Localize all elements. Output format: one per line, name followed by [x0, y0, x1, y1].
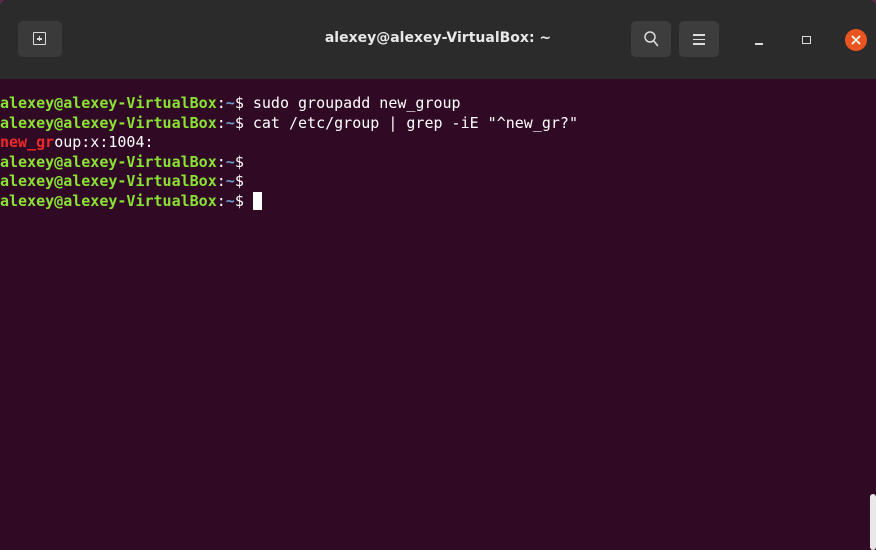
terminal-line-active[interactable]: alexey@alexey-VirtualBox:~$: [0, 191, 860, 212]
terminal-line: alexey@alexey-VirtualBox:~$: [0, 153, 860, 173]
prompt-path: ~: [225, 152, 235, 171]
prompt-user-host: alexey@alexey-VirtualBox: [0, 94, 217, 112]
output-text: oup:x:1004:: [54, 133, 154, 151]
prompt-separator: :: [216, 94, 226, 112]
maximize-button[interactable]: [795, 28, 819, 52]
terminal-line: alexey@alexey-VirtualBox:~$ sudo groupad…: [0, 94, 860, 114]
prompt-symbol: $: [234, 94, 253, 112]
prompt-separator: :: [216, 152, 226, 171]
text-cursor: [252, 191, 262, 210]
search-button[interactable]: [631, 21, 671, 57]
menu-button[interactable]: [679, 21, 719, 57]
maximize-icon: [802, 36, 811, 44]
prompt-path: ~: [225, 113, 235, 132]
prompt-user-host: alexey@alexey-VirtualBox: [0, 113, 217, 132]
close-icon: [851, 35, 861, 45]
prompt-path: ~: [225, 191, 235, 210]
terminal-output-line: new_group:x:1004:: [0, 133, 860, 153]
prompt-symbol: $: [234, 152, 253, 171]
prompt-symbol: $: [234, 172, 253, 190]
prompt-path: ~: [225, 94, 235, 112]
grep-match-highlight: new_gr: [0, 133, 55, 151]
prompt-path: ~: [225, 172, 235, 190]
terminal-output-area[interactable]: alexey@alexey-VirtualBox:~$ sudo groupad…: [0, 79, 876, 550]
search-icon: [644, 31, 659, 47]
prompt-symbol: $: [234, 191, 253, 210]
prompt-separator: :: [216, 172, 226, 190]
prompt-separator: :: [216, 191, 226, 210]
prompt-user-host: alexey@alexey-VirtualBox: [0, 191, 217, 210]
hamburger-menu-icon: [693, 33, 705, 45]
minimize-icon: [755, 43, 763, 45]
prompt-user-host: alexey@alexey-VirtualBox: [0, 152, 217, 171]
close-button[interactable]: [845, 29, 867, 51]
prompt-user-host: alexey@alexey-VirtualBox: [0, 172, 217, 190]
scrollbar[interactable]: [870, 494, 876, 550]
terminal-line: alexey@alexey-VirtualBox:~$: [0, 172, 860, 192]
minimize-button[interactable]: [747, 28, 771, 52]
prompt-symbol: $: [234, 113, 253, 132]
terminal-line: alexey@alexey-VirtualBox:~$ cat /etc/gro…: [0, 114, 860, 134]
window-title: alexey@alexey-VirtualBox: ~: [324, 30, 552, 46]
title-bar[interactable]: alexey@alexey-VirtualBox: ~: [0, 0, 876, 79]
prompt-separator: :: [216, 113, 226, 132]
command-text: cat /etc/group | grep -iE "^new_gr?": [252, 113, 578, 132]
terminal-window: alexey@alexey-VirtualBox: ~ alexey@alexe…: [0, 0, 876, 550]
command-text: sudo groupadd new_group: [252, 94, 461, 112]
